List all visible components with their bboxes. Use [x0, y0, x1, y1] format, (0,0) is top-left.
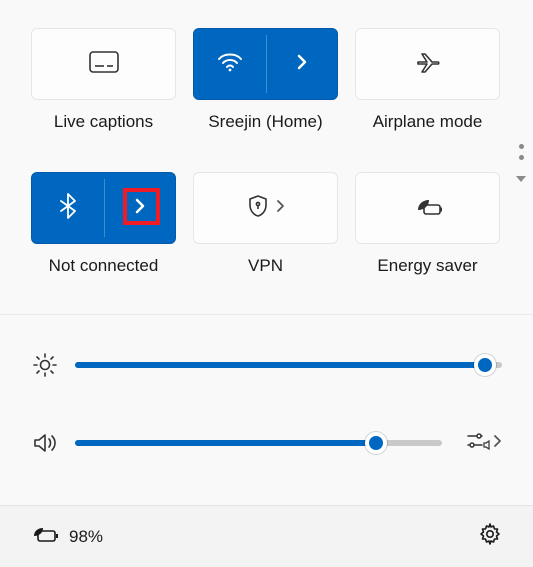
airplane-tile[interactable]: [355, 28, 500, 100]
airplane-icon: [415, 51, 441, 78]
wifi-icon: [217, 52, 243, 77]
bluetooth-toggle[interactable]: [32, 173, 104, 243]
brightness-row: [31, 345, 502, 385]
tile-group-bluetooth: Not connected: [31, 172, 176, 276]
vpn-label: VPN: [248, 256, 283, 276]
live-captions-label: Live captions: [54, 112, 153, 132]
footer-bar: 98%: [0, 505, 533, 567]
chevron-right-icon: [295, 52, 309, 77]
speaker-icon: [31, 432, 59, 454]
volume-thumb[interactable]: [365, 432, 387, 454]
wifi-label: Sreejin (Home): [208, 112, 322, 132]
tile-group-wifi: Sreejin (Home): [193, 28, 338, 132]
tile-group-energy: Energy saver: [355, 172, 500, 276]
bluetooth-label: Not connected: [49, 256, 159, 276]
settings-button[interactable]: [478, 522, 502, 551]
gear-icon: [478, 533, 502, 550]
bluetooth-tile[interactable]: [31, 172, 176, 244]
page-dot: [519, 144, 524, 149]
brightness-icon: [31, 352, 59, 378]
chevron-right-icon: [275, 199, 285, 218]
tile-group-vpn: VPN: [193, 172, 338, 276]
energy-label: Energy saver: [377, 256, 477, 276]
tile-group-airplane: Airplane mode: [355, 28, 500, 132]
shield-lock-icon: [247, 194, 269, 223]
caret-down-icon: [515, 170, 527, 188]
captions-icon: [89, 51, 119, 78]
energy-saver-tile[interactable]: [355, 172, 500, 244]
quick-settings-panel: Live captions: [0, 0, 533, 276]
vpn-tile[interactable]: [193, 172, 338, 244]
sliders-section: [0, 314, 533, 487]
brightness-thumb[interactable]: [474, 354, 496, 376]
battery-icon: [31, 525, 59, 548]
audio-mixer-icon: [466, 431, 490, 456]
leaf-battery-icon: [414, 196, 442, 221]
volume-slider[interactable]: [75, 440, 442, 446]
chevron-right-icon: [133, 196, 147, 221]
battery-status[interactable]: 98%: [31, 525, 103, 548]
bluetooth-expand-button[interactable]: [104, 173, 175, 243]
bluetooth-icon: [60, 193, 76, 224]
live-captions-tile[interactable]: [31, 28, 176, 100]
page-indicator[interactable]: [515, 144, 527, 188]
tile-group-live-captions: Live captions: [31, 28, 176, 132]
brightness-slider[interactable]: [75, 362, 502, 368]
page-dot: [519, 155, 524, 160]
airplane-label: Airplane mode: [373, 112, 483, 132]
wifi-toggle[interactable]: [194, 29, 266, 99]
volume-row: [31, 423, 502, 463]
audio-output-button[interactable]: [458, 431, 502, 456]
wifi-expand-button[interactable]: [266, 29, 337, 99]
battery-text: 98%: [69, 527, 103, 547]
tiles-grid: Live captions: [31, 28, 502, 276]
wifi-tile[interactable]: [193, 28, 338, 100]
chevron-right-icon: [492, 434, 502, 453]
